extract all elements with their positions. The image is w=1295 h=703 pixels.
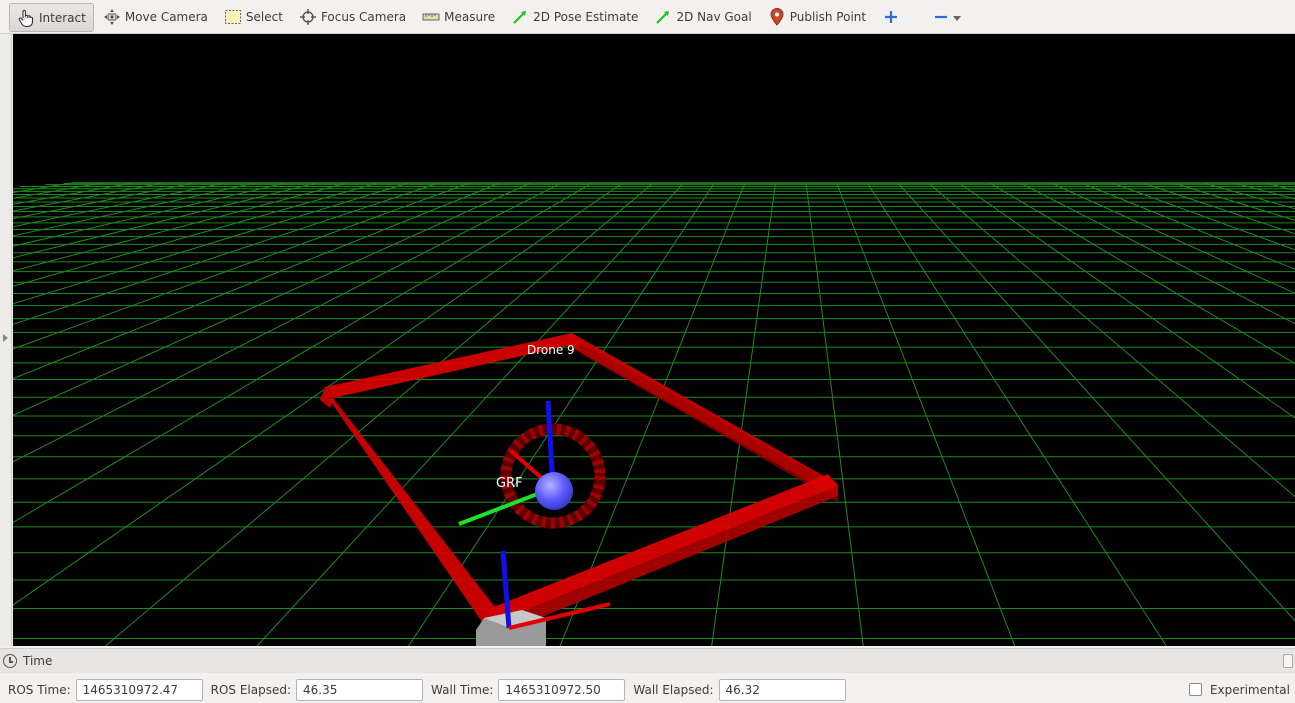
nav-goal-tool-button[interactable]: 2D Nav Goal <box>647 3 758 31</box>
ros-elapsed-field[interactable]: 46.35 <box>296 678 424 701</box>
time-panel-title: Time <box>23 654 53 668</box>
grid-line <box>836 182 1016 646</box>
remove-tool-button[interactable] <box>925 3 973 31</box>
green-arrow-icon <box>654 8 672 26</box>
move-camera-tool-button[interactable]: Move Camera <box>96 3 215 31</box>
move-camera-icon <box>103 8 121 26</box>
grid-line <box>805 182 864 646</box>
grid-line <box>13 182 562 463</box>
grid-line <box>13 182 379 287</box>
wall-time-field[interactable]: 1465310972.50 <box>498 678 626 701</box>
ros-time-field[interactable]: 1465310972.47 <box>75 678 203 701</box>
wall-elapsed-label: Wall Elapsed: <box>633 682 714 697</box>
add-tool-button[interactable] <box>875 3 911 31</box>
grid-line <box>1233 182 1295 200</box>
wall-time-label: Wall Time: <box>431 682 494 697</box>
ruler-icon <box>422 8 440 26</box>
grid-line <box>13 182 318 259</box>
ros-elapsed-label: ROS Elapsed: <box>210 682 292 697</box>
grid-line <box>13 182 624 606</box>
drone-sphere <box>535 472 573 510</box>
ros-time-label: ROS Time: <box>8 682 71 697</box>
focus-camera-tool-button[interactable]: Focus Camera <box>292 3 413 31</box>
pose-estimate-label: 2D Pose Estimate <box>533 9 639 24</box>
time-panel-header: Time <box>0 648 1295 673</box>
nav-goal-label: 2D Nav Goal <box>676 9 752 24</box>
green-arrow-icon <box>511 8 529 26</box>
focus-camera-label: Focus Camera <box>320 9 407 24</box>
focus-crosshair-icon <box>299 8 317 26</box>
grid-line <box>1050 182 1295 294</box>
scene-canvas <box>13 182 1295 646</box>
grid-line <box>13 182 135 205</box>
publish-point-tool-button[interactable]: Publish Point <box>761 3 873 31</box>
render-viewport[interactable]: Drone 9 GRF <box>13 34 1295 646</box>
grid-line <box>13 182 104 199</box>
experimental-label: Experimental <box>1209 682 1290 697</box>
ground-grid <box>13 182 1295 646</box>
measure-label: Measure <box>444 9 496 24</box>
panel-close-button[interactable] <box>1283 654 1293 668</box>
grid-line <box>407 182 715 646</box>
grid-line <box>13 182 74 194</box>
experimental-checkbox[interactable] <box>1188 683 1202 696</box>
grid-line <box>13 182 410 305</box>
select-tool-button[interactable]: Select <box>217 3 290 31</box>
grid-line <box>13 182 471 350</box>
plus-icon <box>882 8 900 26</box>
drone-name-label: Drone 9 <box>527 343 575 357</box>
grid-line <box>13 182 196 219</box>
map-pin-icon <box>768 7 786 26</box>
frame-name-label: GRF <box>496 476 523 491</box>
clock-icon <box>3 654 17 668</box>
measure-tool-button[interactable]: Measure <box>415 3 502 31</box>
grid-line <box>927 182 1295 498</box>
pose-estimate-tool-button[interactable]: 2D Pose Estimate <box>504 3 645 31</box>
time-panel: ROS Time: 1465310972.47 ROS Elapsed: 46.… <box>0 676 1295 703</box>
interact-label: Interact <box>39 10 86 25</box>
tool-toolbar: Interact Move Camera Select Focus Camera… <box>0 0 1295 34</box>
move-camera-label: Move Camera <box>124 9 208 24</box>
grid-line <box>897 182 1295 622</box>
interact-tool-button[interactable]: Interact <box>9 3 94 32</box>
minus-icon <box>932 8 950 26</box>
grid-line <box>1080 182 1295 270</box>
expand-arrow-icon <box>3 334 8 342</box>
left-panel-toggle[interactable] <box>0 34 12 646</box>
publish-point-label: Publish Point <box>789 9 867 24</box>
drone-boundary-marker <box>320 333 838 632</box>
wall-elapsed-field[interactable]: 46.32 <box>718 678 846 701</box>
chevron-down-icon[interactable] <box>952 10 962 28</box>
select-box-icon <box>224 8 242 26</box>
grid-line <box>13 182 226 228</box>
grid-line <box>1172 182 1295 221</box>
grid-line <box>989 182 1295 365</box>
grid-line <box>1141 182 1295 235</box>
hand-pointer-icon <box>17 9 35 27</box>
grid-line <box>1203 182 1295 210</box>
select-label: Select <box>245 9 283 24</box>
